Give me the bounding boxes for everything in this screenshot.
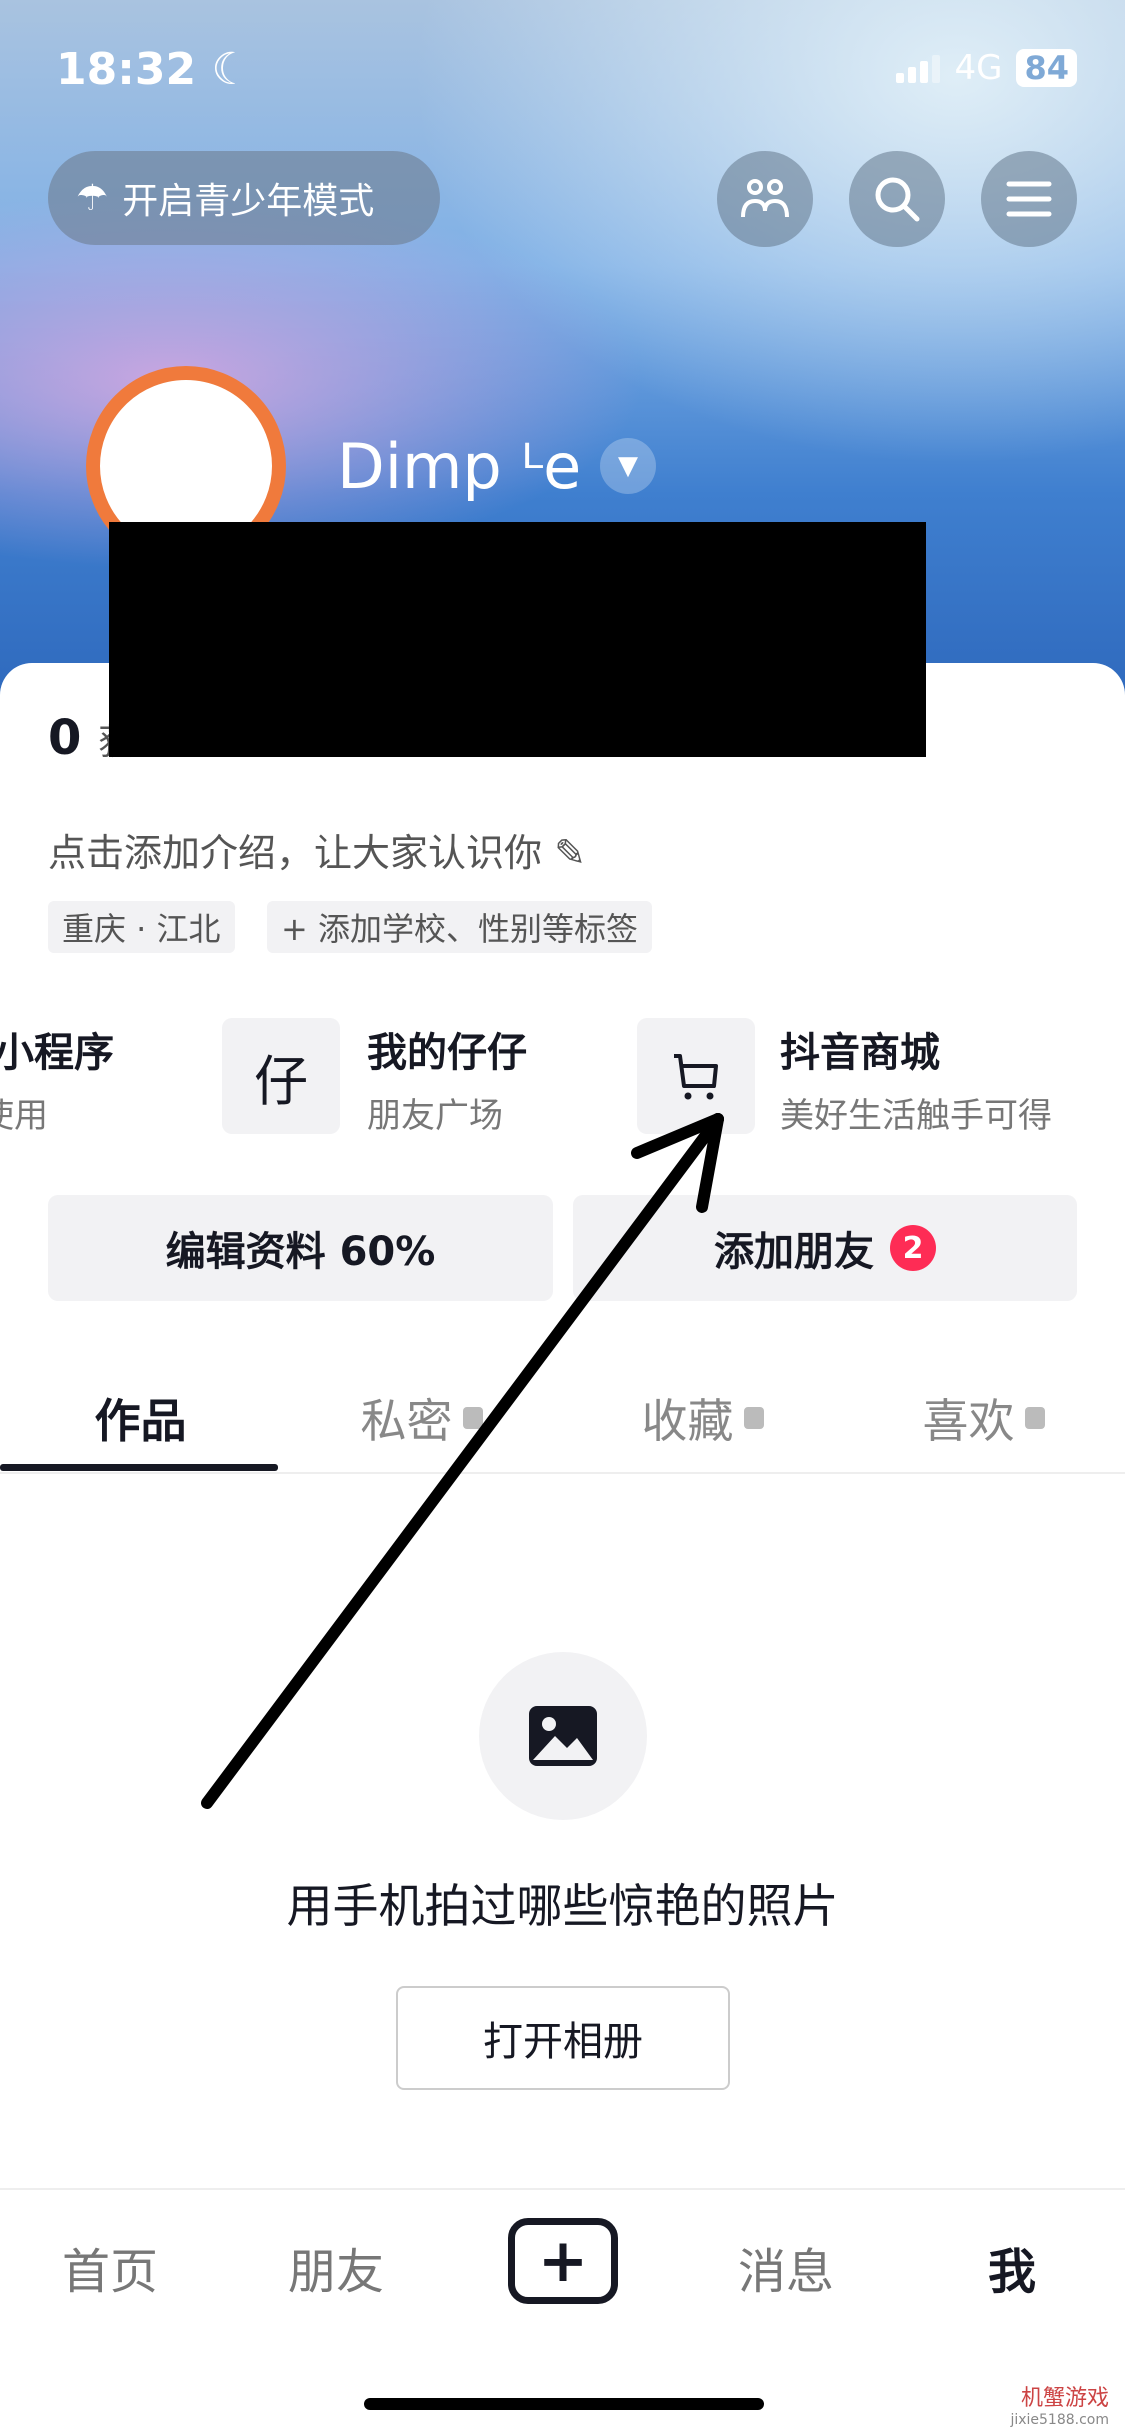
nav-me[interactable]: 我 — [912, 2232, 1112, 2302]
nav-friends[interactable]: 朋友 — [236, 2232, 436, 2302]
plus-icon: + — [537, 2226, 589, 2296]
watermark-url: jixie5188.com — [1010, 2412, 1109, 2428]
nav-messages[interactable]: 消息 — [686, 2232, 886, 2302]
annotation-arrow — [201, 1113, 724, 1809]
nav-home[interactable]: 首页 — [10, 2232, 210, 2302]
home-indicator[interactable] — [364, 2398, 764, 2410]
watermark-text: 机蟹游戏 — [1020, 2386, 1109, 2411]
create-button[interactable]: + — [508, 2218, 618, 2304]
watermark: 机蟹游戏 jixie5188.com — [1010, 2380, 1109, 2428]
